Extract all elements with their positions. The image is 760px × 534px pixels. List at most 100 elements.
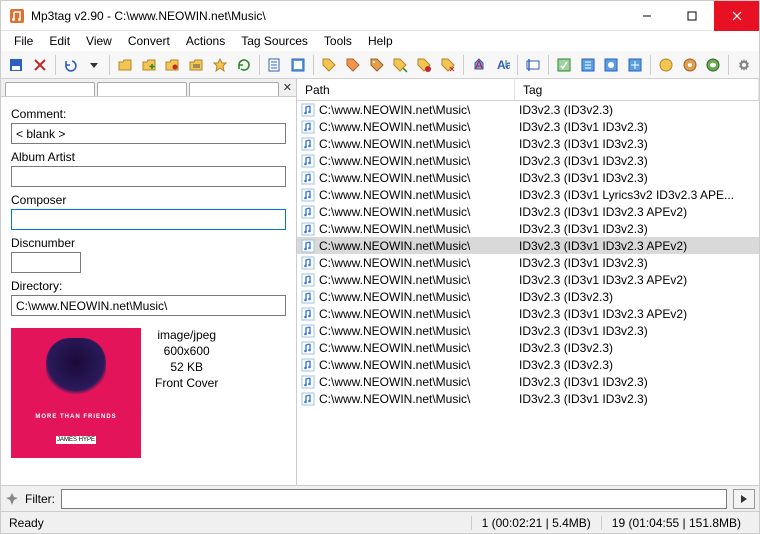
albumartist-input[interactable] (11, 166, 286, 187)
menubar: FileEditViewConvertActionsTag SourcesToo… (1, 31, 759, 51)
file-tag-button[interactable] (342, 54, 364, 76)
toolbar-separator (55, 55, 56, 75)
cover-mime: image/jpeg (157, 328, 216, 342)
minimize-button[interactable] (624, 1, 669, 31)
cell-tag: ID3v2.3 (ID3v2.3) (519, 103, 759, 117)
cell-path: C:\www.NEOWIN.net\Music\ (319, 188, 519, 202)
close-button[interactable] (714, 1, 759, 31)
menu-help[interactable]: Help (361, 32, 400, 50)
table-row[interactable]: C:\www.NEOWIN.net\Music\ID3v2.3 (ID3v1 I… (297, 390, 759, 407)
cell-tag: ID3v2.3 (ID3v2.3) (519, 341, 759, 355)
folder-list-button[interactable] (185, 54, 207, 76)
table-row[interactable]: C:\www.NEOWIN.net\Music\ID3v2.3 (ID3v1 L… (297, 186, 759, 203)
cell-tag: ID3v2.3 (ID3v1 ID3v2.3) (519, 154, 759, 168)
filter-input[interactable] (61, 489, 727, 509)
save-button[interactable] (5, 54, 27, 76)
table-row[interactable]: C:\www.NEOWIN.net\Music\ID3v2.3 (ID3v2.3… (297, 288, 759, 305)
actions-quick-button[interactable]: Aa (491, 54, 513, 76)
menu-file[interactable]: File (7, 32, 40, 50)
table-row[interactable]: C:\www.NEOWIN.net\Music\ID3v2.3 (ID3v1 I… (297, 203, 759, 220)
pin-icon[interactable] (5, 492, 19, 506)
directory-label: Directory: (11, 279, 286, 293)
menu-edit[interactable]: Edit (42, 32, 77, 50)
table-row[interactable]: C:\www.NEOWIN.net\Music\ID3v2.3 (ID3v1 I… (297, 135, 759, 152)
dropdown-button[interactable] (83, 54, 105, 76)
menu-convert[interactable]: Convert (121, 32, 177, 50)
maximize-button[interactable] (669, 1, 714, 31)
folder-open-button[interactable] (114, 54, 136, 76)
table-row[interactable]: C:\www.NEOWIN.net\Music\ID3v2.3 (ID3v1 I… (297, 118, 759, 135)
cover-art[interactable]: MORE THAN FRIENDS JAMES HYPE (11, 328, 141, 458)
actions-button[interactable]: A (468, 54, 490, 76)
table-row[interactable]: C:\www.NEOWIN.net\Music\ID3v2.3 (ID3v1 I… (297, 220, 759, 237)
column-tag[interactable]: Tag (515, 79, 759, 100)
delete-button[interactable] (29, 54, 51, 76)
cell-path: C:\www.NEOWIN.net\Music\ (319, 375, 519, 389)
albumartist-label: Album Artist (11, 150, 286, 164)
table-row[interactable]: C:\www.NEOWIN.net\Music\ID3v2.3 (ID3v2.3… (297, 339, 759, 356)
table-row[interactable]: C:\www.NEOWIN.net\Music\ID3v2.3 (ID3v1 I… (297, 152, 759, 169)
file-list: Path Tag C:\www.NEOWIN.net\Music\ID3v2.3… (297, 79, 759, 485)
table-row[interactable]: C:\www.NEOWIN.net\Music\ID3v2.3 (ID3v1 I… (297, 254, 759, 271)
table-row[interactable]: C:\www.NEOWIN.net\Music\ID3v2.3 (ID3v2.3… (297, 356, 759, 373)
tag-tag-button[interactable] (366, 54, 388, 76)
menu-actions[interactable]: Actions (179, 32, 232, 50)
column-path[interactable]: Path (297, 79, 515, 100)
menu-tag-sources[interactable]: Tag Sources (234, 32, 315, 50)
titlebar: Mp3tag v2.90 - C:\www.NEOWIN.net\Music\ (1, 1, 759, 31)
star-button[interactable] (209, 54, 231, 76)
status-total: 19 (01:04:55 | 151.8MB) (601, 516, 751, 530)
select-all-button[interactable] (287, 54, 309, 76)
cell-path: C:\www.NEOWIN.net\Music\ (319, 171, 519, 185)
folder-add-button[interactable] (138, 54, 160, 76)
table-row[interactable]: C:\www.NEOWIN.net\Music\ID3v2.3 (ID3v1 I… (297, 373, 759, 390)
menu-view[interactable]: View (79, 32, 119, 50)
cell-tag: ID3v2.3 (ID3v1 ID3v2.3) (519, 256, 759, 270)
table-row[interactable]: C:\www.NEOWIN.net\Music\ID3v2.3 (ID3v1 I… (297, 271, 759, 288)
tab[interactable] (5, 82, 95, 96)
playlist-button[interactable] (264, 54, 286, 76)
table-row[interactable]: C:\www.NEOWIN.net\Music\ID3v2.3 (ID3v2.3… (297, 101, 759, 118)
toolbar-separator (313, 55, 314, 75)
cut-tag-button[interactable] (437, 54, 459, 76)
tools3-button[interactable] (601, 54, 623, 76)
discnumber-input[interactable] (11, 252, 81, 273)
directory-input[interactable] (11, 295, 286, 316)
cell-path: C:\www.NEOWIN.net\Music\ (319, 324, 519, 338)
cell-path: C:\www.NEOWIN.net\Music\ (319, 392, 519, 406)
menu-tools[interactable]: Tools (317, 32, 359, 50)
toolbar-separator (463, 55, 464, 75)
tools4-button[interactable] (624, 54, 646, 76)
tab[interactable] (189, 82, 279, 96)
table-row[interactable]: C:\www.NEOWIN.net\Music\ID3v2.3 (ID3v1 I… (297, 305, 759, 322)
rename-button[interactable] (522, 54, 544, 76)
tab[interactable] (97, 82, 187, 96)
tools2-button[interactable] (577, 54, 599, 76)
folder-fav-button[interactable] (162, 54, 184, 76)
table-row[interactable]: C:\www.NEOWIN.net\Music\ID3v2.3 (ID3v1 I… (297, 322, 759, 339)
toolbar: AAa (1, 51, 759, 79)
sources1-button[interactable] (655, 54, 677, 76)
composer-input[interactable] (11, 209, 286, 230)
cell-tag: ID3v2.3 (ID3v1 ID3v2.3) (519, 137, 759, 151)
sources2-button[interactable] (679, 54, 701, 76)
cell-path: C:\www.NEOWIN.net\Music\ (319, 154, 519, 168)
copy-tag-button[interactable] (389, 54, 411, 76)
paste-tag-button[interactable] (413, 54, 435, 76)
cell-path: C:\www.NEOWIN.net\Music\ (319, 290, 519, 304)
tools1-button[interactable] (553, 54, 575, 76)
cell-path: C:\www.NEOWIN.net\Music\ (319, 120, 519, 134)
table-row[interactable]: C:\www.NEOWIN.net\Music\ID3v2.3 (ID3v1 I… (297, 169, 759, 186)
sources3-button[interactable] (703, 54, 725, 76)
cover-type: Front Cover (155, 376, 218, 390)
table-row[interactable]: C:\www.NEOWIN.net\Music\ID3v2.3 (ID3v1 I… (297, 237, 759, 254)
cell-path: C:\www.NEOWIN.net\Music\ (319, 239, 519, 253)
settings-button[interactable] (733, 54, 755, 76)
panel-close-icon[interactable]: ✕ (283, 81, 292, 94)
tag-file-button[interactable] (318, 54, 340, 76)
filter-go-button[interactable] (733, 489, 755, 509)
undo-button[interactable] (60, 54, 82, 76)
cell-tag: ID3v2.3 (ID3v1 ID3v2.3) (519, 171, 759, 185)
comment-input[interactable] (11, 123, 286, 144)
refresh-button[interactable] (233, 54, 255, 76)
